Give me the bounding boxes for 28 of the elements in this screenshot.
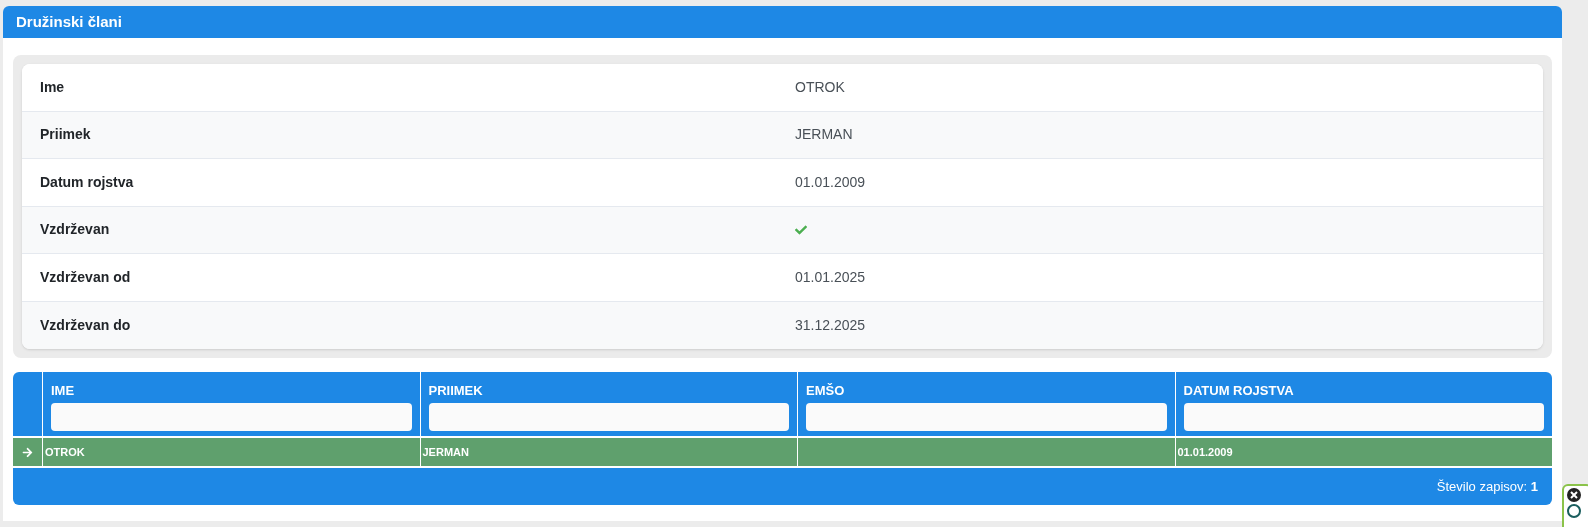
close-icon[interactable] — [1567, 488, 1581, 502]
field-value: JERMAN — [795, 125, 853, 145]
filter-field[interactable] — [428, 403, 789, 431]
field-label: Datum rojstva — [39, 172, 135, 192]
column-header: PRIIMEK — [428, 382, 484, 400]
table-cell-text: JERMAN — [422, 444, 469, 460]
table-row[interactable]: OTROK JERMAN 01.01.2009 — [13, 438, 1552, 468]
column-header: EMŠO — [806, 382, 846, 400]
field-label: Vzdrževan od — [39, 267, 132, 287]
field-value: 01.01.2025 — [795, 267, 866, 287]
column-header: IME — [51, 382, 76, 400]
panel-title: Družinski člani — [16, 11, 122, 32]
table-cell-text: OTROK — [45, 444, 85, 460]
table-cell-text: 01.01.2009 — [1177, 444, 1233, 460]
field-value: 31.12.2025 — [795, 315, 866, 335]
field-value: OTROK — [795, 77, 845, 97]
field-label: Ime — [39, 77, 66, 97]
column-header: DATUM ROJSTVA — [1183, 382, 1295, 400]
filter-field[interactable] — [806, 403, 1167, 431]
field-label: Priimek — [39, 125, 92, 145]
field-label: Vzdrževan — [39, 220, 111, 240]
filter-field[interactable] — [1183, 403, 1544, 431]
record-count: Število zapisov: 1 — [1436, 477, 1538, 496]
field-label: Vzdrževan do — [39, 315, 132, 335]
arrow-icon — [22, 446, 33, 458]
filter-field[interactable] — [51, 403, 412, 431]
circle-icon[interactable] — [1567, 504, 1581, 518]
field-value: 01.01.2009 — [795, 172, 866, 192]
